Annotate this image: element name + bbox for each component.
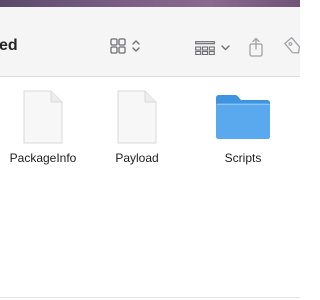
window-title: ed bbox=[0, 37, 18, 54]
chevron-down-icon bbox=[221, 45, 230, 51]
up-down-chevron-icon bbox=[132, 39, 140, 53]
group-by-button[interactable] bbox=[195, 41, 230, 55]
grid-view-icon bbox=[110, 38, 126, 54]
status-divider bbox=[0, 297, 300, 298]
folder-label: Scripts bbox=[224, 151, 262, 165]
file-label: PackageInfo bbox=[9, 151, 77, 165]
file-item-scripts[interactable]: Scripts bbox=[193, 87, 293, 165]
desktop-background bbox=[0, 0, 300, 7]
tag-button[interactable] bbox=[284, 37, 302, 57]
document-icon bbox=[107, 87, 167, 147]
share-icon bbox=[248, 37, 264, 57]
tag-icon bbox=[284, 37, 302, 57]
file-label: Payload bbox=[115, 151, 159, 165]
file-browser-content[interactable]: PackageInfo Payload Scripts bbox=[0, 77, 300, 300]
share-button[interactable] bbox=[248, 37, 264, 57]
view-mode-button[interactable] bbox=[110, 38, 140, 54]
file-item-payload[interactable]: Payload bbox=[87, 87, 187, 165]
group-by-icon bbox=[195, 41, 215, 55]
document-icon bbox=[13, 87, 73, 147]
file-item-packageinfo[interactable]: PackageInfo bbox=[0, 87, 93, 165]
folder-icon bbox=[213, 87, 273, 147]
finder-toolbar: ed bbox=[0, 7, 302, 77]
